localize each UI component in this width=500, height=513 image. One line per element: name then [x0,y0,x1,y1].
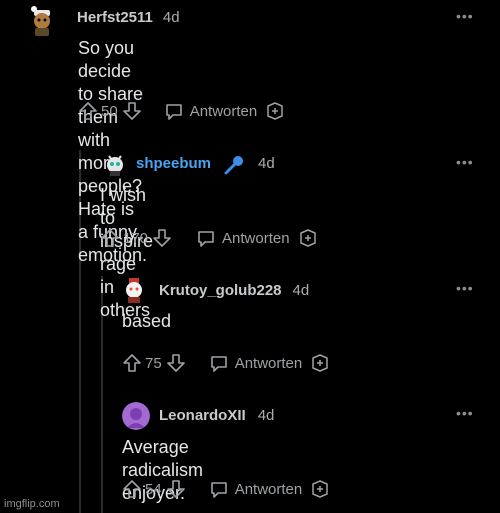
comment-actions: 54 Antworten [122,479,330,499]
vote-score: 75 [145,354,162,372]
microphone-icon [223,155,245,180]
downvote-icon[interactable] [166,353,186,373]
upvote-icon[interactable] [122,353,142,373]
award-icon[interactable] [310,353,330,373]
username[interactable]: Herfst2511 [77,9,153,26]
avatar[interactable] [122,277,146,303]
upvote-icon[interactable] [78,101,98,121]
reply-button[interactable]: Antworten [190,103,258,120]
reply-icon[interactable] [196,228,216,248]
comment-actions: 75 Antworten [122,353,330,373]
vote-score: 170 [123,229,149,247]
comment-actions: 50 Antworten [78,101,285,121]
timestamp: 4d [258,155,275,172]
reply-button[interactable]: Antworten [235,481,303,498]
more-options-icon[interactable]: ••• [456,280,474,296]
reply-icon[interactable] [209,353,229,373]
timestamp: 4d [292,282,310,299]
award-icon[interactable] [265,101,285,121]
username[interactable]: LeonardoXII [159,407,246,424]
downvote-icon[interactable] [122,101,142,121]
vote-score: 54 [145,480,162,498]
more-options-icon[interactable]: ••• [456,154,474,170]
more-options-icon[interactable]: ••• [456,8,474,24]
reply-icon[interactable] [209,479,229,499]
reply-icon[interactable] [164,101,184,121]
vote-score: 50 [101,102,118,120]
username[interactable]: Krutoy_golub228 [159,282,282,299]
avatar[interactable] [122,402,150,430]
more-options-icon[interactable]: ••• [456,405,474,421]
timestamp: 4d [257,407,275,424]
upvote-icon[interactable] [122,479,142,499]
award-icon[interactable] [298,228,318,248]
avatar[interactable] [104,152,126,176]
timestamp: 4d [162,9,180,26]
comment-actions: 170 Antworten [100,228,318,248]
username[interactable]: shpeebum [136,155,211,172]
watermark: imgflip.com [4,498,60,510]
comment-text: based [122,311,172,331]
upvote-icon[interactable] [100,228,120,248]
downvote-icon[interactable] [166,479,186,499]
downvote-icon[interactable] [152,228,172,248]
avatar[interactable] [28,6,56,36]
award-icon[interactable] [310,479,330,499]
reply-button[interactable]: Antworten [235,355,303,372]
reply-button[interactable]: Antworten [222,230,290,247]
